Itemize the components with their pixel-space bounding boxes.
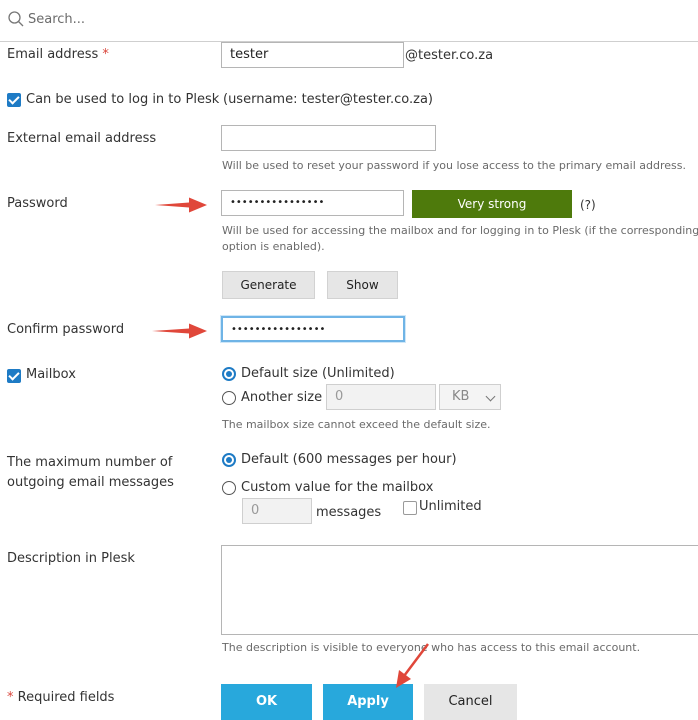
required-fields-note-text: Required fields (17, 690, 115, 705)
show-password-button[interactable]: Show (327, 271, 398, 299)
login-username-note: (username: tester@tester.co.za) (223, 92, 433, 107)
mailbox-checkbox[interactable] (7, 369, 21, 383)
mailbox-size-unit-value: KB (452, 389, 470, 404)
password-hint-line2: option is enabled). (222, 240, 325, 253)
mailbox-size-input[interactable]: 0 (326, 384, 436, 410)
mailbox-default-size-label: Default size (Unlimited) (241, 366, 395, 381)
confirm-password-input[interactable]: •••••••••••••••• (221, 316, 405, 342)
external-email-hint: Will be used to reset your password if y… (222, 159, 686, 172)
cancel-button[interactable]: Cancel (424, 684, 517, 720)
search-bar (0, 0, 698, 42)
outgoing-limit-label-line1: The maximum number of (7, 455, 173, 470)
email-local-part-input[interactable]: tester (221, 42, 404, 68)
mailbox-another-size-label: Another size (241, 390, 323, 405)
outgoing-default-radio[interactable] (222, 453, 236, 467)
email-address-label-text: Email address (7, 47, 99, 62)
outgoing-limit-label-line2: outgoing email messages (7, 475, 174, 490)
email-domain: @tester.co.za (405, 48, 494, 63)
outgoing-default-label: Default (600 messages per hour) (241, 452, 457, 467)
outgoing-custom-label: Custom value for the mailbox (241, 480, 434, 495)
unlimited-checkbox[interactable] (403, 501, 417, 515)
required-fields-note: * Required fields (7, 689, 114, 707)
generate-button[interactable]: Generate (222, 271, 315, 299)
password-help-link[interactable]: (?) (580, 196, 596, 214)
required-mark: * (102, 47, 109, 62)
mailbox-label: Mailbox (26, 367, 76, 382)
messages-unit-label: messages (316, 505, 382, 520)
confirm-password-label: Confirm password (7, 322, 125, 337)
password-label: Password (7, 196, 68, 211)
unlimited-label: Unlimited (419, 499, 482, 514)
description-label: Description in Plesk (7, 551, 135, 566)
ok-button[interactable]: OK (221, 684, 312, 720)
mailbox-another-size-radio[interactable] (222, 391, 236, 405)
external-email-input[interactable] (221, 125, 436, 151)
description-textarea[interactable] (221, 545, 698, 635)
mailbox-size-unit-select[interactable]: KB (439, 384, 501, 410)
required-mark: * (7, 690, 14, 705)
mailbox-size-hint: The mailbox size cannot exceed the defau… (222, 418, 491, 431)
annotation-arrow (396, 643, 429, 688)
mailbox-default-size-radio[interactable] (222, 367, 236, 381)
chevron-down-icon (485, 391, 496, 402)
outgoing-custom-radio[interactable] (222, 481, 236, 495)
password-input[interactable]: •••••••••••••••• (221, 190, 404, 216)
login-to-plesk-label: Can be used to log in to Plesk (26, 92, 220, 107)
external-email-label: External email address (7, 131, 157, 146)
password-strength-badge: Very strong (412, 190, 572, 218)
email-address-label: Email address * (7, 46, 109, 64)
annotation-arrow (155, 197, 207, 213)
login-to-plesk-checkbox[interactable] (7, 93, 21, 107)
annotation-arrow (152, 323, 207, 339)
search-input[interactable] (28, 8, 328, 30)
password-hint-line1: Will be used for accessing the mailbox a… (222, 224, 698, 237)
outgoing-custom-value-input[interactable]: 0 (242, 498, 312, 524)
search-icon (8, 11, 24, 27)
